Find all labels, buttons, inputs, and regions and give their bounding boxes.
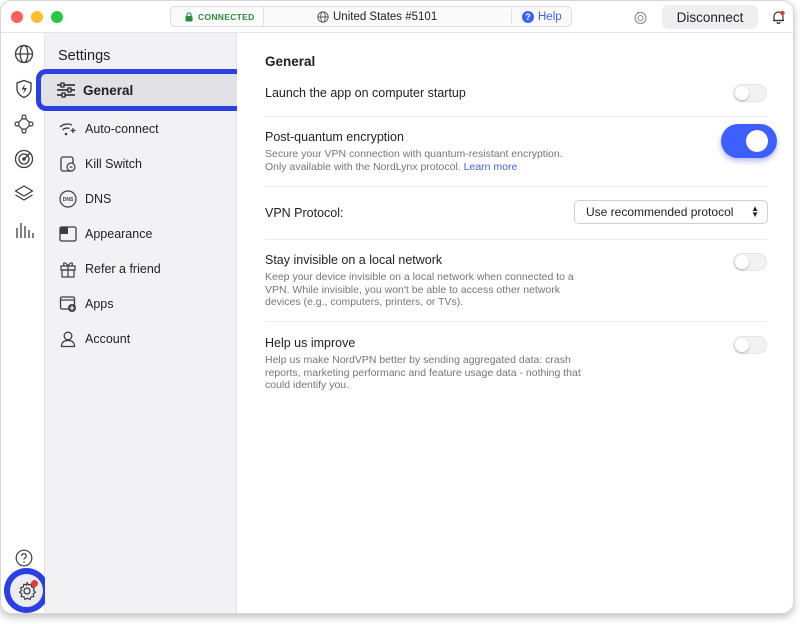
settings-item-dns[interactable]: DNS DNS (45, 181, 237, 216)
divider (265, 116, 767, 117)
toggle-knob (735, 255, 749, 269)
settings-item-label: Refer a friend (85, 261, 161, 276)
server-label: United States #5101 (333, 10, 438, 23)
connection-status-bar: CONNECTED United States #5101 ? Help (170, 6, 572, 27)
chevron-up-down-icon: ▲ ▼ (751, 204, 759, 219)
vpn-protocol-value: Use recommended protocol (586, 205, 734, 219)
vpn-protocol-select[interactable]: Use recommended protocol ▲ ▼ (574, 200, 768, 224)
settings-item-label: Auto-connect (85, 121, 159, 136)
improve-desc-line: could identify you. (265, 379, 350, 391)
improve-label: Help us improve (265, 336, 356, 350)
post-quantum-description: Secure your VPN connection with quantum-… (265, 148, 563, 173)
globe-small-icon (317, 10, 329, 23)
divider (265, 321, 767, 322)
incognito-icon[interactable] (633, 10, 648, 25)
user-icon (57, 328, 79, 350)
appearance-icon (57, 223, 79, 245)
meshnet-icon[interactable] (13, 113, 35, 135)
improve-toggle[interactable] (733, 336, 767, 354)
target-icon[interactable] (13, 148, 35, 170)
toggle-knob (735, 86, 749, 100)
settings-item-label: Account (85, 331, 131, 346)
navigation-rail (1, 33, 49, 613)
shield-bolt-icon[interactable] (13, 78, 35, 100)
improve-desc-line: reports, marketing performanc and featur… (265, 366, 581, 379)
gear-icon[interactable] (10, 574, 43, 607)
settings-item-label: DNS (85, 191, 112, 206)
toggle-knob (735, 338, 749, 352)
settings-item-apps[interactable]: Apps (45, 286, 237, 321)
sliders-icon (55, 79, 77, 101)
settings-item-kill-switch[interactable]: Kill Switch (45, 146, 237, 181)
apps-icon (57, 293, 79, 315)
stats-icon[interactable] (13, 219, 35, 241)
globe-icon[interactable] (13, 43, 35, 65)
settings-item-general[interactable]: General (37, 70, 245, 110)
help-label: Help (538, 10, 562, 23)
launch-startup-toggle[interactable] (733, 84, 767, 102)
settings-sidebar: Settings General Auto-connect Kill Switc… (37, 33, 245, 613)
settings-item-label: General (83, 82, 134, 98)
invisible-desc-line: devices (e.g., computers, printers, or T… (265, 296, 464, 308)
settings-item-label: Kill Switch (85, 156, 142, 171)
improve-description: Help us make NordVPN better by sending a… (265, 354, 581, 392)
post-quantum-desc-line: Only available with the NordLynx protoco… (265, 160, 461, 173)
gift-icon (57, 258, 79, 280)
launch-startup-label: Launch the app on computer startup (265, 86, 466, 100)
question-icon: ? (522, 10, 534, 23)
general-settings-content: General Launch the app on computer start… (237, 33, 793, 613)
divider (265, 239, 767, 240)
layers-icon[interactable] (13, 183, 35, 205)
settings-item-account[interactable]: Account (45, 321, 237, 356)
disconnect-button[interactable]: Disconnect (662, 5, 758, 29)
title-bar: CONNECTED United States #5101 ? Help Dis… (1, 1, 793, 33)
settings-item-refer-a-friend[interactable]: Refer a friend (45, 251, 237, 286)
notification-dot (31, 580, 38, 587)
improve-desc-line: Help us make NordVPN better by sending a… (265, 354, 571, 366)
settings-item-appearance[interactable]: Appearance (45, 216, 237, 251)
post-quantum-label: Post-quantum encryption (265, 130, 404, 144)
minimize-window-button[interactable] (31, 11, 43, 23)
settings-item-label: Apps (85, 296, 114, 311)
connection-status: CONNECTED (171, 7, 264, 26)
post-quantum-desc-line: Secure your VPN connection with quantum-… (265, 148, 563, 160)
help-circle-icon[interactable] (13, 547, 35, 569)
settings-item-auto-connect[interactable]: Auto-connect (45, 111, 237, 146)
dns-icon: DNS (57, 188, 79, 210)
invisible-desc-line: Keep your device invisible on a local ne… (265, 271, 574, 283)
toggle-knob (746, 130, 768, 152)
vpn-protocol-label: VPN Protocol: (265, 206, 344, 220)
divider (265, 186, 767, 187)
learn-more-link[interactable]: Learn more (464, 161, 518, 173)
zoom-window-button[interactable] (51, 11, 63, 23)
connection-status-label: CONNECTED (198, 11, 255, 22)
kill-switch-icon (57, 153, 79, 175)
help-link[interactable]: ? Help (511, 9, 562, 24)
app-window: CONNECTED United States #5101 ? Help Dis… (0, 0, 794, 614)
invisible-description: Keep your device invisible on a local ne… (265, 271, 574, 309)
invisible-toggle[interactable] (733, 253, 767, 271)
settings-item-label: Appearance (85, 226, 153, 241)
lock-icon (185, 11, 193, 21)
invisible-label: Stay invisible on a local network (265, 253, 443, 267)
server-name[interactable]: United States #5101 (317, 11, 437, 23)
close-window-button[interactable] (11, 11, 23, 23)
post-quantum-toggle[interactable] (721, 124, 777, 158)
invisible-desc-line: VPN. While invisible, you won't be able … (265, 283, 560, 296)
notification-bell-icon[interactable] (772, 10, 785, 24)
wifi-spark-icon (57, 118, 79, 140)
settings-title: Settings (58, 48, 111, 64)
page-title: General (265, 54, 316, 69)
svg-text:DNS: DNS (63, 197, 74, 203)
